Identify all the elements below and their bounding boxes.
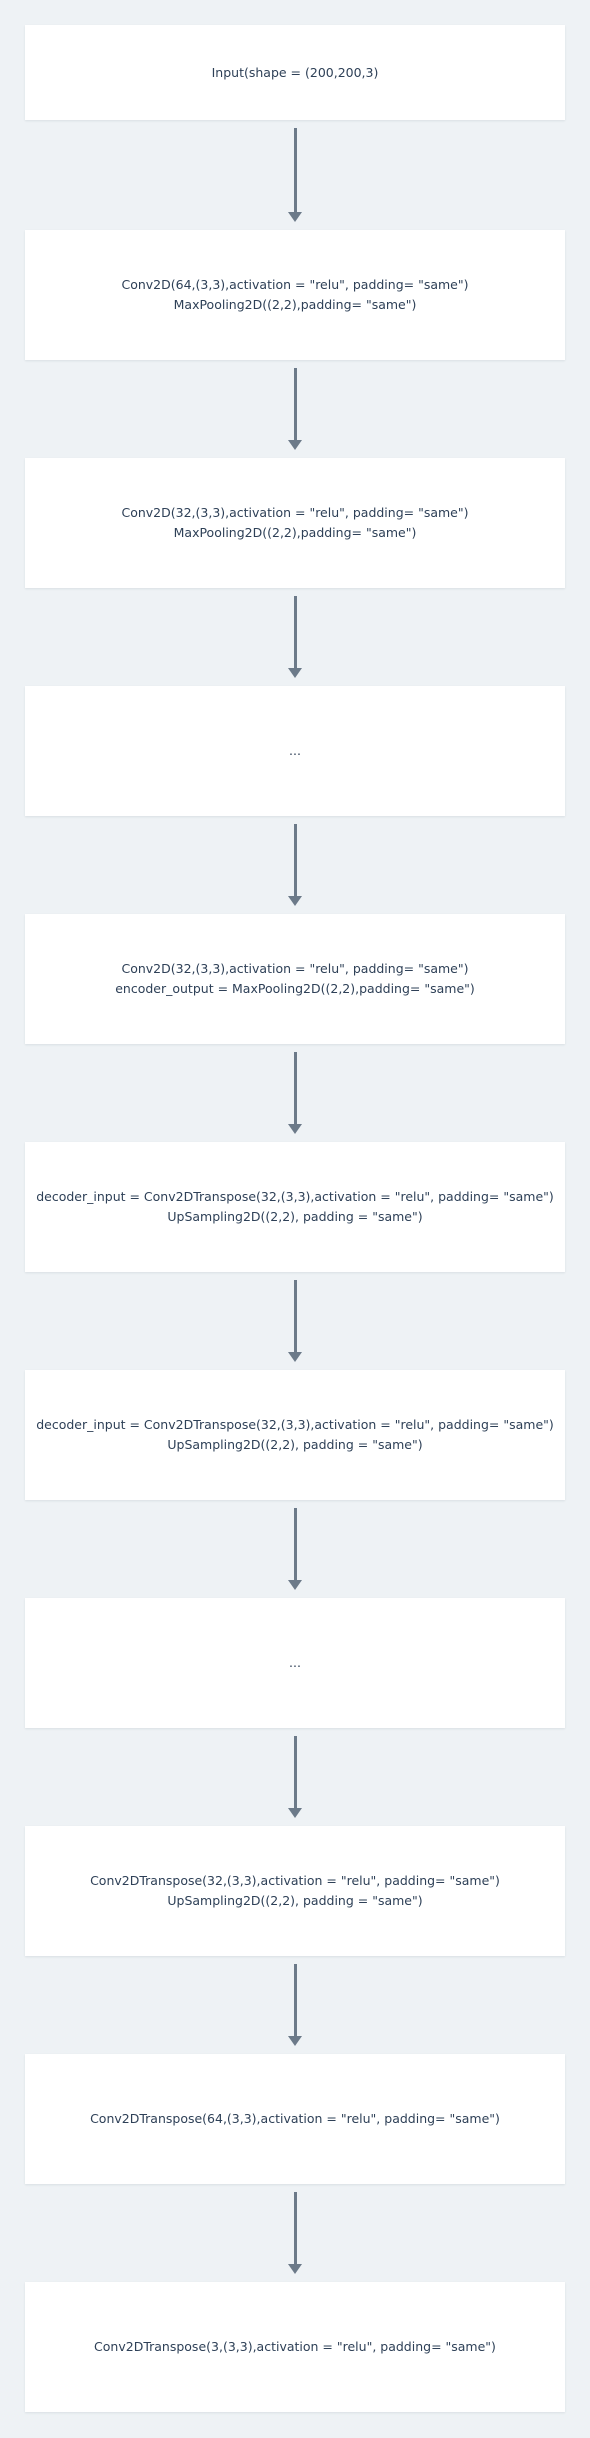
node-label: encoder_output = MaxPooling2D((2,2),padd… <box>115 981 475 996</box>
node-label: Conv2DTranspose(64,(3,3),activation = "r… <box>90 2111 500 2126</box>
arrow-connector <box>288 1280 302 1362</box>
node-input: Input(shape = (200,200,3) <box>25 25 565 120</box>
node-label: decoder_input = Conv2DTranspose(32,(3,3)… <box>36 1189 554 1204</box>
arrow-connector <box>288 1508 302 1590</box>
node-conv2dtranspose-3: Conv2DTranspose(3,(3,3),activation = "re… <box>25 2282 565 2412</box>
node-label: MaxPooling2D((2,2),padding= "same") <box>173 525 417 540</box>
node-conv2dtranspose-32: Conv2DTranspose(32,(3,3),activation = "r… <box>25 1826 565 1956</box>
node-label: Conv2D(32,(3,3),activation = "relu", pad… <box>121 961 469 976</box>
node-encoder-output: Conv2D(32,(3,3),activation = "relu", pad… <box>25 914 565 1044</box>
node-decoder-input-b: decoder_input = Conv2DTranspose(32,(3,3)… <box>25 1370 565 1500</box>
arrow-connector <box>288 2192 302 2274</box>
node-label: UpSampling2D((2,2), padding = "same") <box>167 1893 423 1908</box>
node-label: UpSampling2D((2,2), padding = "same") <box>167 1209 423 1224</box>
arrow-connector <box>288 1736 302 1818</box>
node-label: Conv2D(64,(3,3),activation = "relu", pad… <box>121 277 469 292</box>
node-conv2dtranspose-64: Conv2DTranspose(64,(3,3),activation = "r… <box>25 2054 565 2184</box>
node-label: ... <box>289 743 301 758</box>
node-conv2d-64: Conv2D(64,(3,3),activation = "relu", pad… <box>25 230 565 360</box>
node-ellipsis-decoder: ... <box>25 1598 565 1728</box>
arrow-connector <box>288 596 302 678</box>
node-conv2d-32-a: Conv2D(32,(3,3),activation = "relu", pad… <box>25 458 565 588</box>
arrow-connector <box>288 1052 302 1134</box>
node-label: MaxPooling2D((2,2),padding= "same") <box>173 297 417 312</box>
node-label: ... <box>289 1655 301 1670</box>
node-decoder-input-a: decoder_input = Conv2DTranspose(32,(3,3)… <box>25 1142 565 1272</box>
arrow-connector <box>288 128 302 222</box>
node-label: Conv2DTranspose(3,(3,3),activation = "re… <box>94 2339 496 2354</box>
node-label: decoder_input = Conv2DTranspose(32,(3,3)… <box>36 1417 554 1432</box>
arrow-connector <box>288 368 302 450</box>
node-label: Input(shape = (200,200,3) <box>211 64 379 80</box>
node-label: Conv2DTranspose(32,(3,3),activation = "r… <box>90 1873 500 1888</box>
arrow-connector <box>288 824 302 906</box>
node-label: Conv2D(32,(3,3),activation = "relu", pad… <box>121 505 469 520</box>
node-label: UpSampling2D((2,2), padding = "same") <box>167 1437 423 1452</box>
node-ellipsis-encoder: ... <box>25 686 565 816</box>
arrow-connector <box>288 1964 302 2046</box>
